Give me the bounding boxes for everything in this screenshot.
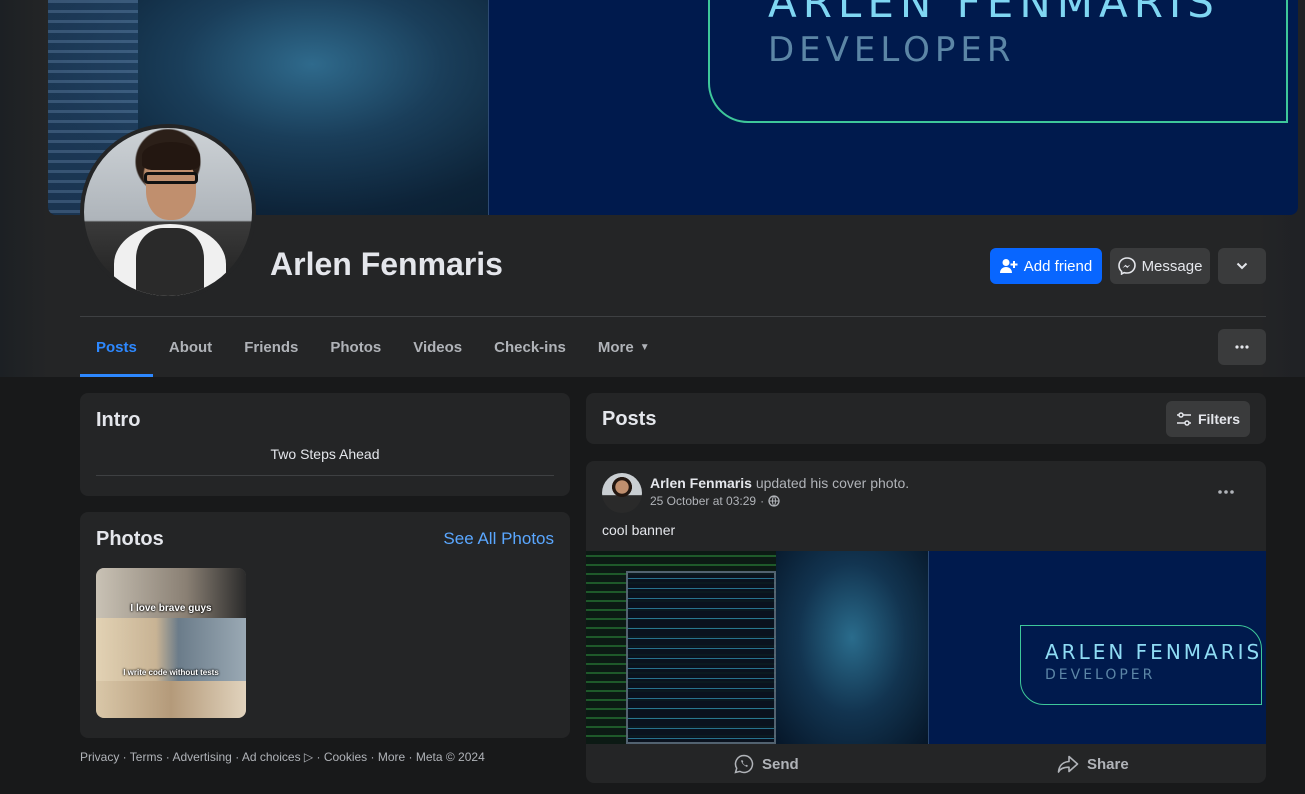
avatar-hair	[142, 142, 200, 170]
header-divider	[80, 316, 1266, 317]
post-image-monitor	[626, 571, 776, 744]
share-icon	[1057, 755, 1079, 773]
message-button[interactable]: Message	[1110, 248, 1210, 284]
post-meta: 25 October at 03:29 ·	[650, 494, 780, 508]
add-friend-icon	[999, 259, 1018, 273]
send-label: Send	[762, 755, 799, 773]
filters-label: Filters	[1197, 411, 1240, 427]
tab-friends[interactable]: Friends	[228, 330, 314, 364]
messenger-icon	[1117, 257, 1136, 275]
meme-caption-top: I love brave guys	[130, 603, 212, 614]
photos-title: Photos	[96, 528, 164, 550]
post-image-person	[776, 551, 928, 744]
avatar-vest	[136, 228, 204, 296]
profile-options-dropdown[interactable]	[1218, 248, 1266, 284]
footer-advertising[interactable]: Advertising	[172, 750, 231, 764]
footer-ad-choices[interactable]: Ad choices	[242, 750, 301, 764]
footer-terms[interactable]: Terms	[130, 750, 163, 764]
meme-frame-bottom	[96, 681, 246, 718]
meta-separator: ·	[760, 494, 765, 508]
more-dots-icon	[1235, 345, 1249, 349]
intro-divider	[96, 475, 554, 476]
intro-bio: Two Steps Ahead	[270, 446, 380, 462]
tab-posts[interactable]: Posts	[80, 330, 153, 377]
intro-card: Intro Two Steps Ahead	[80, 393, 570, 496]
tab-more[interactable]: More ▼	[582, 330, 666, 364]
post-action-text: updated his cover photo.	[755, 475, 910, 491]
post-image-divider	[928, 551, 929, 744]
post-header-line: Arlen Fenmaris updated his cover photo.	[650, 475, 909, 491]
whatsapp-icon	[734, 754, 754, 774]
ad-choices-icon: ▷	[300, 750, 314, 764]
profile-avatar[interactable]	[80, 124, 256, 300]
chevron-down-icon	[1236, 262, 1248, 270]
footer-privacy[interactable]: Privacy	[80, 750, 119, 764]
more-dots-icon	[1218, 490, 1234, 494]
cover-banner-role: DEVELOPER	[768, 30, 1016, 70]
footer-more[interactable]: More	[378, 750, 405, 764]
tab-photos[interactable]: Photos	[314, 330, 397, 364]
footer-cookies[interactable]: Cookies	[324, 750, 367, 764]
post-image[interactable]: ARLEN FENMARIS DEVELOPER	[586, 551, 1266, 744]
tab-check-ins[interactable]: Check-ins	[478, 330, 582, 364]
cover-banner-name: ARLEN FENMARIS	[768, 0, 1220, 27]
profile-tabs: Posts About Friends Photos Videos Check-…	[80, 330, 666, 377]
intro-title: Intro	[96, 409, 141, 431]
post-image-banner-name: ARLEN FENMARIS	[1045, 640, 1263, 664]
add-friend-button[interactable]: Add friend	[990, 248, 1102, 284]
post-timestamp[interactable]: 25 October at 03:29	[650, 494, 756, 508]
post-author-avatar[interactable]	[602, 473, 642, 513]
post-author-name[interactable]: Arlen Fenmaris	[650, 475, 752, 491]
post-image-banner-frame	[1020, 625, 1262, 705]
tab-about[interactable]: About	[153, 330, 228, 364]
cover-divider	[488, 0, 489, 215]
post-image-banner-role: DEVELOPER	[1045, 667, 1156, 683]
send-button[interactable]: Send	[734, 746, 799, 782]
posts-header-card: Posts Filters	[586, 393, 1266, 444]
profile-more-options-button[interactable]	[1218, 329, 1266, 365]
share-label: Share	[1087, 755, 1129, 773]
posts-title: Posts	[602, 408, 657, 430]
profile-name: Arlen Fenmaris	[270, 246, 503, 282]
meme-caption-bottom: I write code without tests	[123, 668, 219, 677]
share-button[interactable]: Share	[1057, 746, 1129, 782]
tab-more-label: More	[597, 338, 634, 356]
filters-button[interactable]: Filters	[1166, 401, 1250, 437]
footer-meta: Meta © 2024	[415, 750, 485, 764]
post-text: cool banner	[602, 522, 676, 538]
footer-links: Privacy · Terms · Advertising · Ad choic…	[80, 750, 485, 764]
post-options-button[interactable]	[1218, 481, 1234, 499]
add-friend-label: Add friend	[1023, 257, 1093, 275]
message-label: Message	[1141, 257, 1203, 275]
see-all-photos-link[interactable]: See All Photos	[443, 529, 554, 549]
caret-down-icon: ▼	[639, 341, 650, 353]
globe-icon	[768, 495, 780, 507]
avatar-glasses	[144, 172, 198, 184]
filters-icon	[1176, 412, 1191, 426]
tab-videos[interactable]: Videos	[397, 330, 478, 364]
photo-thumbnail[interactable]: I love brave guys I write code without t…	[96, 568, 246, 718]
